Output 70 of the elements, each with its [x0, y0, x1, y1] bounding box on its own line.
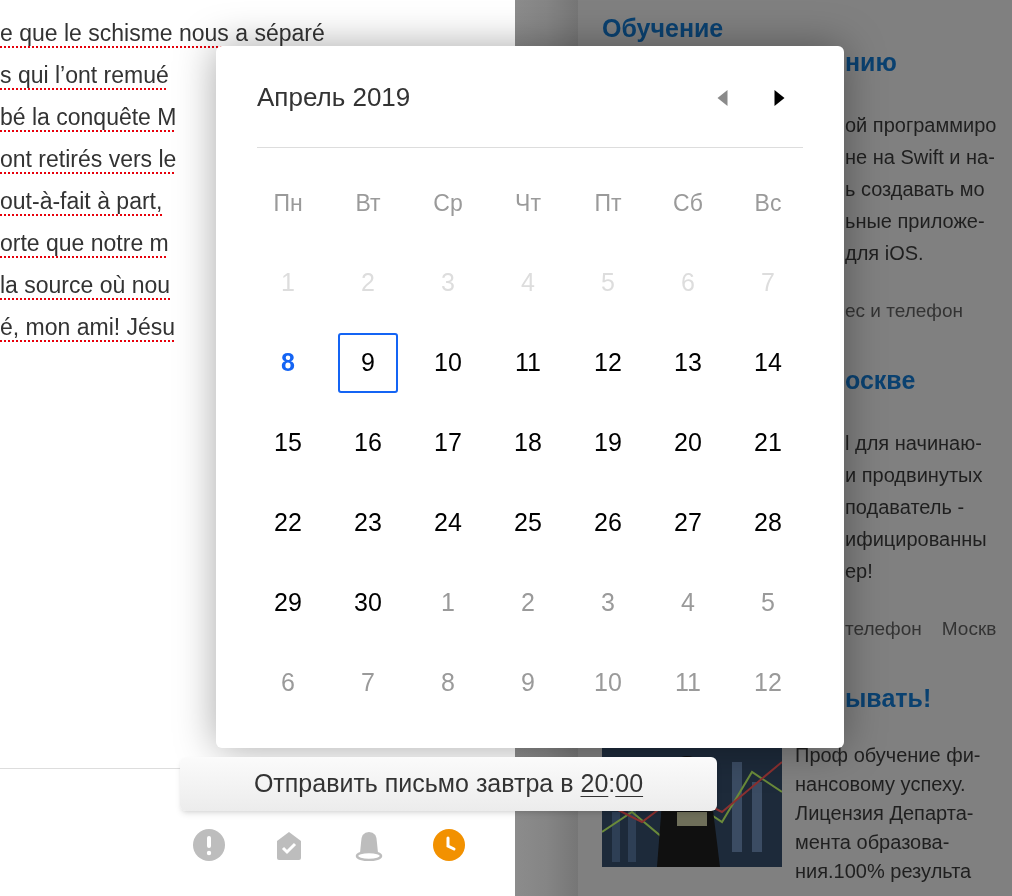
- calendar-day[interactable]: 16: [338, 413, 398, 473]
- month-title: Апрель 2019: [257, 81, 412, 114]
- ad-text: ния.100% результа: [795, 859, 972, 884]
- calendar-day[interactable]: 15: [258, 413, 318, 473]
- ad-text: ой программиро: [845, 113, 997, 138]
- calendar-day[interactable]: 25: [498, 493, 558, 553]
- calendar-day[interactable]: 10: [418, 333, 478, 393]
- ad-text: Лицензия Департа-: [795, 801, 974, 826]
- weekday-label: Сб: [673, 188, 703, 218]
- ad-text: не на Swift и на-: [845, 145, 995, 170]
- weekday-label: Вс: [754, 188, 782, 218]
- ad-meta: телефон: [845, 617, 922, 641]
- ad-text: ифицированны: [845, 527, 987, 552]
- hours-link[interactable]: 20: [580, 765, 609, 803]
- ad-text: Проф обучение фи-: [795, 743, 981, 768]
- calendar-day[interactable]: 14: [738, 333, 798, 393]
- ad-text: l для начинаю-: [845, 431, 982, 456]
- calendar-day[interactable]: 22: [258, 493, 318, 553]
- calendar-day[interactable]: 23: [338, 493, 398, 553]
- ad-text: нансовому успеху.: [795, 772, 966, 797]
- calendar-day[interactable]: 18: [498, 413, 558, 473]
- text-line: s qui l’ont remué: [0, 61, 169, 90]
- weekday-label: Чт: [515, 188, 541, 218]
- text-line: é, mon ami! Jésu: [0, 313, 176, 342]
- calendar-day[interactable]: 26: [578, 493, 638, 553]
- calendar-day[interactable]: 30: [338, 573, 398, 633]
- ad-text: подаватель -: [845, 495, 965, 520]
- ad-text: ьные приложе-: [845, 209, 985, 234]
- calendar-day[interactable]: 21: [738, 413, 798, 473]
- ad-title: ывать!: [845, 683, 932, 714]
- important-icon[interactable]: [193, 829, 225, 861]
- text-line: e que le schisme nous a séparé: [0, 19, 325, 48]
- calendar-day[interactable]: 12: [578, 333, 638, 393]
- calendar-day[interactable]: 8: [258, 333, 318, 393]
- ad-text: и продвинутых: [845, 463, 983, 488]
- clock-icon[interactable]: [433, 829, 465, 861]
- text-line: out-à-fait à part,: [0, 187, 163, 216]
- weekday-label: Вт: [355, 188, 381, 218]
- calendar-day[interactable]: 9: [338, 333, 398, 393]
- calendar-day[interactable]: 20: [658, 413, 718, 473]
- calendar-day[interactable]: 27: [658, 493, 718, 553]
- calendar-day[interactable]: 28: [738, 493, 798, 553]
- ad-title: Обучение: [602, 13, 724, 44]
- text-line: ont retirés vers le: [0, 145, 177, 174]
- minutes-link[interactable]: 00: [615, 765, 644, 803]
- calendar-day[interactable]: 13: [658, 333, 718, 393]
- text-line: la source où nou: [0, 271, 171, 300]
- ad-text: мента образова-: [795, 830, 950, 855]
- next-month-icon[interactable]: [774, 89, 785, 106]
- bell-icon[interactable]: [353, 829, 385, 861]
- ad-text: для iOS.: [845, 241, 924, 266]
- ad-text: ь создавать мо: [845, 177, 985, 202]
- tooltip-text: Отправить письмо завтра в: [253, 768, 574, 800]
- weekday-label: Ср: [433, 188, 463, 218]
- ad-text: ер!: [845, 559, 873, 584]
- calendar-day[interactable]: 11: [498, 333, 558, 393]
- calendar-day[interactable]: 17: [418, 413, 478, 473]
- weekday-label: Пт: [594, 188, 622, 218]
- text-line: bé la conquête M: [0, 103, 177, 132]
- ad-title: оскве: [845, 365, 916, 396]
- ad-meta: Москв: [941, 617, 997, 641]
- time-separator: :: [608, 768, 616, 800]
- prev-month-icon[interactable]: [717, 89, 728, 106]
- ad-meta: ес и телефон: [845, 299, 963, 323]
- calendar-day[interactable]: 24: [418, 493, 478, 553]
- weekday-label: Пн: [273, 188, 303, 218]
- calendar-day[interactable]: 19: [578, 413, 638, 473]
- ad-title: нию: [845, 47, 897, 78]
- text-line: orte que notre m: [0, 229, 169, 258]
- calendar-day[interactable]: 29: [258, 573, 318, 633]
